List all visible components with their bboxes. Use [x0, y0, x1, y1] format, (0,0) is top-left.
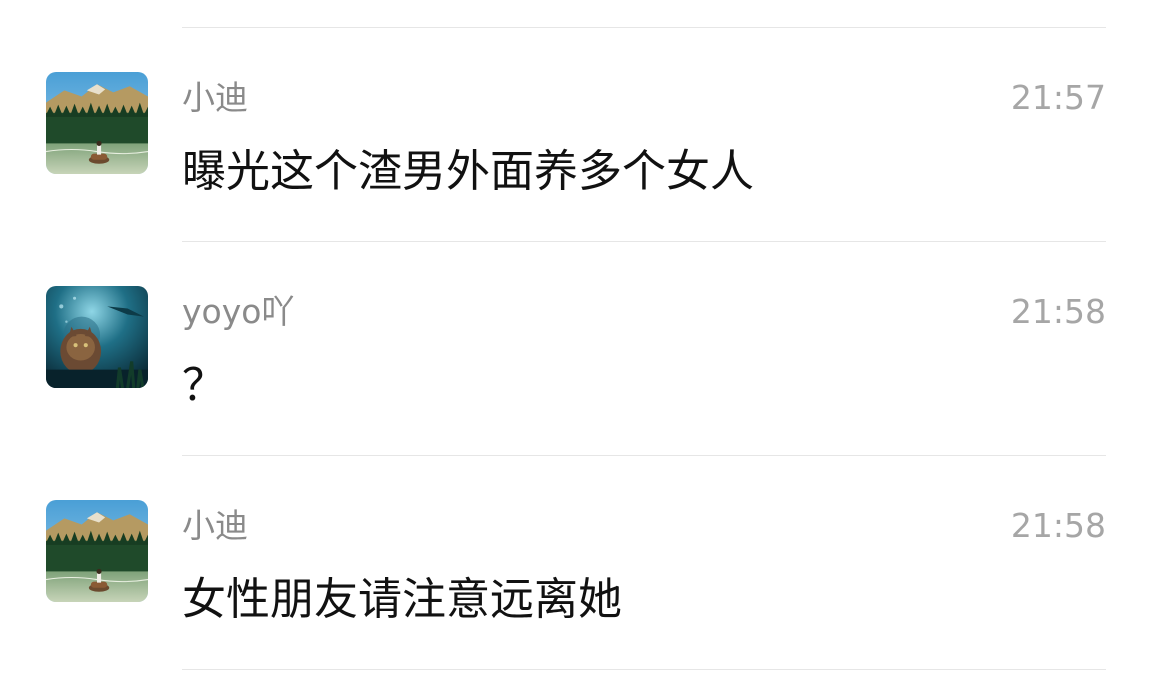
sender-name[interactable]: yoyo吖 — [182, 292, 294, 332]
underwater-cat-avatar — [46, 286, 148, 388]
message-text[interactable]: 女性朋友请注意远离她 — [182, 572, 622, 628]
chat-history-list: 小迪 21:57 曝光这个渣男外面养多个女人 yoyo吖 21:58 ？ 小迪 … — [0, 0, 1152, 673]
message-time: 21:58 — [1010, 506, 1106, 545]
message-time: 21:57 — [1010, 78, 1106, 117]
mountain-lake-horse-avatar — [46, 72, 148, 174]
message-text[interactable]: 曝光这个渣男外面养多个女人 — [182, 144, 754, 200]
message-time: 21:58 — [1010, 292, 1106, 331]
avatar[interactable] — [46, 72, 148, 174]
mountain-lake-horse-avatar — [46, 500, 148, 602]
chat-message-row[interactable]: yoyo吖 21:58 ？ — [0, 242, 1152, 454]
avatar[interactable] — [46, 286, 148, 388]
avatar[interactable] — [46, 500, 148, 602]
sender-name[interactable]: 小迪 — [182, 506, 248, 546]
chat-message-row[interactable]: 小迪 21:57 曝光这个渣男外面养多个女人 — [0, 28, 1152, 240]
message-text[interactable]: ？ — [182, 358, 226, 414]
sender-name[interactable]: 小迪 — [182, 78, 248, 118]
chat-message-row[interactable]: 小迪 21:58 女性朋友请注意远离她 — [0, 456, 1152, 668]
divider — [182, 669, 1106, 670]
